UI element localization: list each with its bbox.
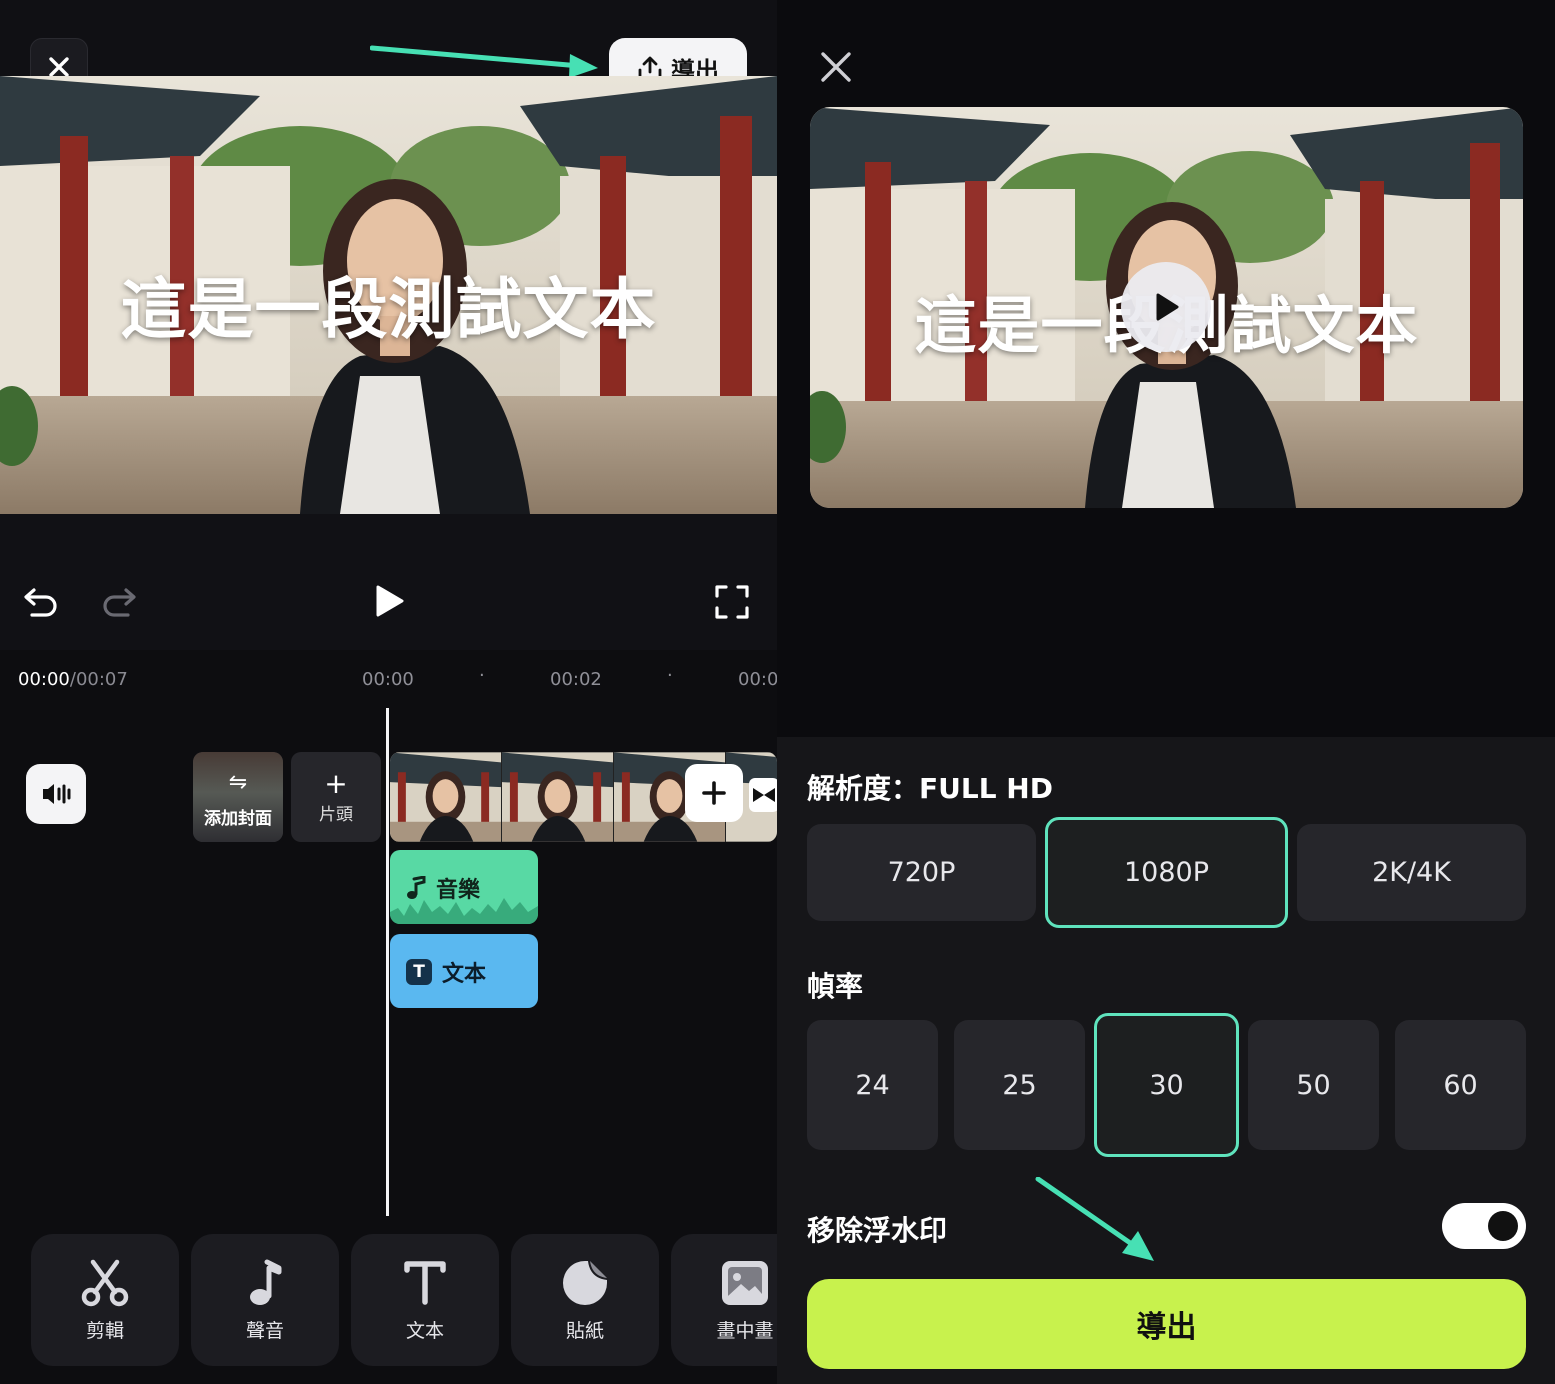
mute-button[interactable] (26, 764, 86, 824)
tool-label: 文本 (405, 1319, 444, 1342)
sticker-icon (563, 1260, 607, 1305)
ruler-dot: · (479, 665, 485, 686)
tool-sticker[interactable]: 貼紙 (511, 1234, 659, 1366)
framerate-option-50[interactable]: 50 (1248, 1020, 1379, 1150)
current-time: 00:00 (18, 669, 70, 690)
music-note-icon (250, 1259, 282, 1305)
annotation-arrow (370, 45, 598, 78)
ruler-tick: 00:00 (362, 669, 414, 690)
add-cover-button[interactable]: ⇋ 添加封面 (193, 752, 283, 842)
playhead[interactable] (386, 708, 389, 1216)
tool-audio[interactable]: 聲音 (191, 1234, 339, 1366)
annotation-arrow (1035, 1177, 1154, 1261)
add-cover-label: 添加封面 (204, 809, 272, 829)
text-icon (404, 1260, 446, 1305)
transition-button[interactable] (749, 778, 777, 812)
total-time: /00:07 (69, 669, 128, 690)
remove-watermark-label: 移除浮水印 (807, 1214, 948, 1247)
transition-icon (753, 788, 775, 802)
tool-pip[interactable]: 畫中畫 (671, 1234, 777, 1366)
tool-text[interactable]: 文本 (351, 1234, 499, 1366)
framerate-option-60[interactable]: 60 (1395, 1020, 1526, 1150)
add-clip-button[interactable] (685, 764, 743, 822)
tool-label: 畫中畫 (716, 1319, 774, 1342)
text-track[interactable]: T 文本 (390, 934, 538, 1008)
music-track-label-group: 音樂 (406, 872, 480, 904)
video-preview[interactable]: 這是一段測試文本 (0, 76, 777, 514)
text-badge-icon: T (406, 959, 432, 985)
ruler-tick: 00:0 (738, 669, 777, 690)
plus-icon: + (324, 766, 348, 800)
music-track-label: 音樂 (436, 878, 481, 903)
export-confirm-button[interactable]: 導出 (807, 1279, 1526, 1369)
music-note-icon (407, 876, 426, 899)
framerate-option-30[interactable]: 30 (1094, 1013, 1239, 1157)
timeline-ruler: 00:00/00:07 00:00 · 00:02 · 00:0 (0, 650, 777, 708)
resolution-option-2k4k[interactable]: 2K/4K (1297, 824, 1526, 921)
time-display: 00:00/00:07 (18, 669, 128, 690)
editor-screen: 導出 這是一段測試文本 00:00/00:07 00:00 · 00:02 · … (0, 0, 777, 1384)
preview-play-button[interactable] (1121, 262, 1211, 352)
resolution-option-720p[interactable]: 720P (807, 824, 1036, 921)
resolution-title: 解析度：FULL HD (807, 772, 1053, 805)
redo-icon[interactable] (100, 582, 138, 620)
fullscreen-icon[interactable] (714, 584, 750, 620)
tool-label: 剪輯 (85, 1319, 124, 1342)
export-settings-sheet: 解析度：FULL HD 720P 1080P 2K/4K 幀率 24 25 30… (777, 737, 1555, 1384)
undo-icon[interactable] (22, 582, 60, 620)
close-icon[interactable] (819, 50, 853, 84)
resolution-option-1080p[interactable]: 1080P (1045, 817, 1288, 928)
clip-thumbnail (502, 752, 614, 842)
swap-icon: ⇋ (228, 770, 248, 795)
framerate-option-25[interactable]: 25 (954, 1020, 1085, 1150)
clip-thumbnail (390, 752, 502, 842)
add-intro-label: 片頭 (319, 804, 353, 825)
framerate-option-24[interactable]: 24 (807, 1020, 938, 1150)
tool-label: 聲音 (245, 1319, 284, 1342)
ruler-tick: 00:02 (550, 669, 602, 690)
add-intro-button[interactable]: + 片頭 (291, 752, 381, 842)
picture-in-picture-icon (722, 1260, 768, 1305)
ruler-dot: · (667, 665, 673, 686)
speaker-icon (43, 784, 71, 804)
music-track[interactable]: 音樂 (390, 850, 538, 924)
play-icon (1156, 293, 1179, 321)
plus-icon (702, 781, 726, 805)
toggle-knob (1488, 1211, 1518, 1241)
bottom-toolbar: 剪輯 聲音 文本 貼紙 畫中畫 (0, 1234, 777, 1384)
text-track-label: 文本 (442, 962, 487, 987)
remove-watermark-toggle[interactable] (1442, 1203, 1526, 1249)
framerate-title: 幀率 (807, 970, 864, 1003)
export-screen: 這是一段測試文本 解析度：FULL HD 720P 1080P 2K/4K 幀率… (777, 0, 1555, 1384)
video-caption: 這是一段測試文本 (120, 271, 657, 348)
tool-label: 貼紙 (565, 1319, 604, 1342)
scissors-icon (81, 1259, 129, 1306)
play-icon[interactable] (372, 583, 406, 619)
text-track-label-group: T 文本 (406, 956, 486, 988)
tool-edit[interactable]: 剪輯 (31, 1234, 179, 1366)
